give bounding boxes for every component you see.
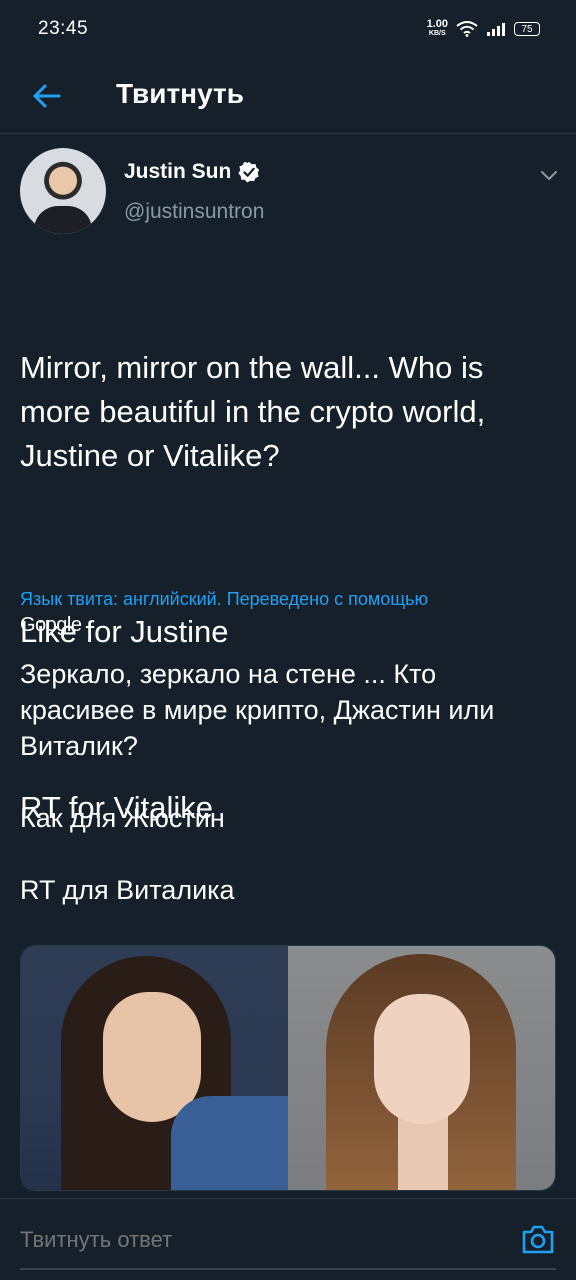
translated-text: Зеркало, зеркало на стене ... Кто красив… xyxy=(20,656,556,908)
signal-icon xyxy=(487,23,505,36)
reply-underline xyxy=(20,1268,556,1270)
status-time: 23:45 xyxy=(38,18,89,39)
translated-text-line: Как для Жюстин xyxy=(20,803,225,833)
status-icons: 1.00 KB/S 75 xyxy=(426,18,540,38)
media-image-right[interactable] xyxy=(288,946,555,1190)
author-handle[interactable]: @justinsuntron xyxy=(124,200,264,224)
top-app-bar: Твитнуть xyxy=(0,58,576,134)
arrow-left-icon xyxy=(33,84,61,108)
battery-icon: 75 xyxy=(514,22,540,36)
avatar[interactable] xyxy=(20,148,106,234)
author-name: Justin Sun xyxy=(124,160,232,183)
chevron-down-icon[interactable] xyxy=(538,164,560,186)
reply-input[interactable] xyxy=(20,1227,460,1253)
camera-icon[interactable] xyxy=(520,1221,556,1257)
tweet-text-line: Mirror, mirror on the wall... Who is mor… xyxy=(20,350,494,473)
author-name-row[interactable]: Justin Sun xyxy=(124,160,260,184)
translation-note[interactable]: Язык твита: английский. Переведено с пом… xyxy=(20,589,428,610)
network-speed-unit: KB/S xyxy=(428,30,446,37)
translated-text-line: RT для Виталика xyxy=(20,875,235,905)
battery-level: 75 xyxy=(521,23,533,35)
back-button[interactable] xyxy=(26,76,66,116)
google-logo: Google xyxy=(20,614,82,636)
translated-text-line: Зеркало, зеркало на стене ... Кто красив… xyxy=(20,659,495,761)
verified-badge-icon xyxy=(238,161,260,183)
tweet-author: Justin Sun @justinsuntron xyxy=(20,148,560,238)
network-speed-value: 1.00 xyxy=(426,18,448,30)
tweet-media xyxy=(20,945,556,1191)
page-title: Твитнуть xyxy=(116,78,244,109)
status-bar: 23:45 1.00 KB/S 75 xyxy=(0,0,576,58)
tweet-detail-screen: 23:45 1.00 KB/S 75 Твитнуть Justin Sun @… xyxy=(0,0,576,1280)
media-image-left[interactable] xyxy=(21,946,288,1190)
network-speed: 1.00 KB/S xyxy=(426,18,448,38)
tweet-text-line: Like for Justine xyxy=(20,614,229,649)
wifi-icon xyxy=(456,21,478,37)
